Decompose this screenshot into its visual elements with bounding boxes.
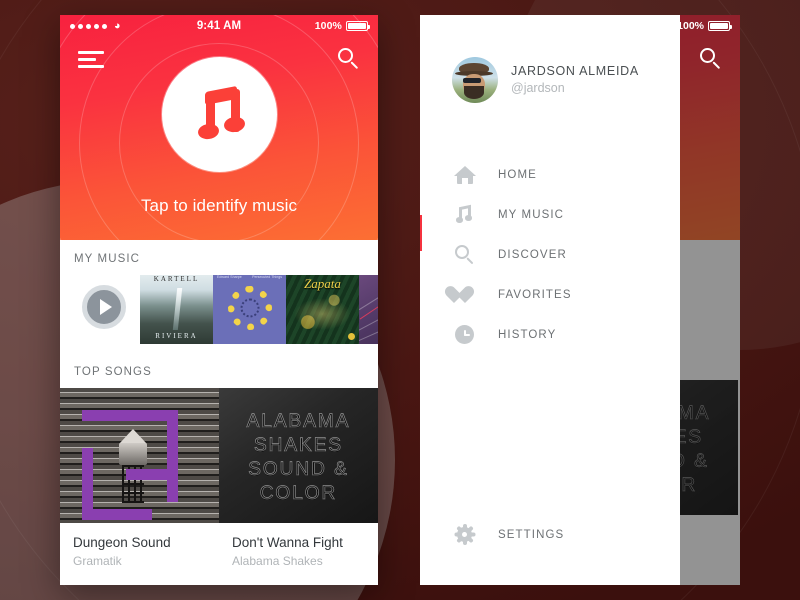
heart-icon-lobe xyxy=(457,283,477,303)
signal-dot xyxy=(70,23,75,29)
album-art-badge xyxy=(348,332,355,340)
top-songs-grid: Dungeon Sound Gramatik ALABAMA SHAKES SO… xyxy=(60,388,378,568)
battery-percent-label: 100% xyxy=(677,20,704,32)
top-songs-section: TOP SONGS Dungeon Sound Gramatik ALABAMA… xyxy=(60,353,378,568)
gear-icon xyxy=(454,524,476,546)
album-subtitle-text: Persecuted Things xyxy=(252,275,282,279)
phone-screen-home: ◕ 9:41 AM 100% Tap to identify music MY … xyxy=(60,15,378,585)
avatar xyxy=(452,57,498,103)
signal-strength: ◕ xyxy=(70,19,121,32)
drawer-item-home[interactable]: HOME xyxy=(420,155,680,195)
song-artwork xyxy=(60,388,219,523)
purple-glyph xyxy=(126,436,178,480)
note-head-left xyxy=(196,121,221,141)
artwork-line: COLOR xyxy=(259,482,338,504)
search-icon xyxy=(454,244,476,266)
signal-dot xyxy=(102,23,107,29)
song-title: Don't Wanna Fight xyxy=(232,535,343,550)
clock-icon xyxy=(454,324,476,346)
album-thumb[interactable]: Zapata xyxy=(286,275,359,344)
drawer-item-settings[interactable]: SETTINGS xyxy=(420,515,564,555)
heart-icon xyxy=(442,283,477,306)
song-title: Dungeon Sound xyxy=(73,535,171,550)
album-art-glow xyxy=(294,298,351,331)
drawer-item-label: HOME xyxy=(498,169,537,181)
music-note-icon xyxy=(454,204,476,226)
album-thumb[interactable]: Edward Sharpe Persecuted Things xyxy=(213,275,286,344)
wifi-icon: ◕ xyxy=(114,19,121,32)
signal-dot xyxy=(94,23,99,29)
drawer-menu: HOME MY MUSIC DISCOVER FAVORITES HISTORY xyxy=(420,155,680,355)
profile-text: JARDSON ALMEIDA @jardson xyxy=(511,64,639,97)
album-thumb[interactable]: KARTELL RIVIERA xyxy=(140,275,213,344)
navigation-drawer: JARDSON ALMEIDA @jardson HOME MY MUSIC D… xyxy=(420,15,680,585)
profile-header[interactable]: JARDSON ALMEIDA @jardson xyxy=(420,15,680,103)
top-songs-header: TOP SONGS xyxy=(74,366,152,378)
song-card[interactable]: ALABAMA SHAKES SOUND & COLOR Don't Wanna… xyxy=(219,388,378,568)
music-note-icon xyxy=(192,85,247,143)
search-icon[interactable] xyxy=(700,48,722,70)
song-artist: Gramatik xyxy=(73,554,122,568)
drawer-accent-bar xyxy=(420,215,422,251)
signal-dot xyxy=(78,23,83,29)
artwork-line: SOUND & xyxy=(248,458,349,480)
status-bar: ◕ 9:41 AM 100% xyxy=(60,15,378,37)
album-title-text: Edward Sharpe xyxy=(217,275,242,279)
album-art-inner-dots xyxy=(240,298,259,318)
avatar-beard xyxy=(464,86,484,99)
my-music-carousel[interactable]: KARTELL RIVIERA Edward Sharpe Persecuted… xyxy=(60,275,378,353)
home-icon xyxy=(454,164,476,186)
drawer-item-label: MY MUSIC xyxy=(498,209,565,221)
song-meta: Don't Wanna Fight Alabama Shakes xyxy=(219,523,378,568)
album-title-text: KARTELL xyxy=(153,275,200,283)
hamburger-line xyxy=(78,50,104,54)
profile-name: JARDSON ALMEIDA xyxy=(511,63,639,78)
drawer-item-favorites[interactable]: FAVORITES xyxy=(420,275,680,315)
battery-status: 100% xyxy=(314,20,370,32)
my-music-header: MY MUSIC xyxy=(74,253,141,265)
home-icon-door xyxy=(462,178,468,184)
artwork-line: SHAKES xyxy=(253,434,344,456)
battery-icon xyxy=(708,21,732,31)
drawer-item-my-music[interactable]: MY MUSIC xyxy=(420,195,680,235)
identify-music-label: Tap to identify music xyxy=(140,196,298,215)
song-artist: Alabama Shakes xyxy=(232,554,323,568)
drawer-item-label: FAVORITES xyxy=(498,289,572,301)
play-button[interactable] xyxy=(82,285,126,329)
album-thumb[interactable] xyxy=(359,275,378,344)
gear-icon-hole xyxy=(462,532,467,537)
clock-icon-minute-hand xyxy=(464,334,470,336)
profile-handle: @jardson xyxy=(511,80,565,95)
my-music-section: MY MUSIC KARTELL RIVIERA Edward Sharpe P… xyxy=(60,240,378,353)
drawer-item-discover[interactable]: DISCOVER xyxy=(420,235,680,275)
album-subtitle-text: RIVIERA xyxy=(155,331,198,340)
identify-music-button[interactable] xyxy=(161,57,277,172)
phone-screen-drawer-inner: ALABAMA SHAKES SOUND & COLOR ght 100% xyxy=(420,15,740,585)
identify-area: Tap to identify music xyxy=(60,57,378,216)
drawer-item-label: SETTINGS xyxy=(498,529,565,541)
identify-hero: ◕ 9:41 AM 100% Tap to identify music xyxy=(60,15,378,240)
signal-dot xyxy=(86,23,91,29)
phone-screen-drawer: ALABAMA SHAKES SOUND & COLOR ght 100% xyxy=(420,15,740,585)
song-card[interactable]: Dungeon Sound Gramatik xyxy=(60,388,219,568)
note-head-right xyxy=(222,114,247,134)
artwork-line: ALABAMA xyxy=(246,410,351,432)
song-meta: Dungeon Sound Gramatik xyxy=(60,523,219,568)
note-head-left xyxy=(456,217,463,223)
battery-icon xyxy=(346,21,370,31)
song-artwork: ALABAMA SHAKES SOUND & COLOR xyxy=(219,388,378,523)
battery-percent-label: 100% xyxy=(314,20,342,32)
album-art-line xyxy=(359,275,378,310)
drawer-item-label: DISCOVER xyxy=(498,249,567,261)
search-icon-handle xyxy=(466,257,474,265)
search-icon-handle xyxy=(712,61,721,70)
avatar-sunglasses xyxy=(463,78,481,83)
play-icon xyxy=(99,299,112,315)
drawer-item-label: HISTORY xyxy=(498,329,557,341)
album-caption: Edward Sharpe Persecuted Things xyxy=(217,275,282,279)
drawer-item-history[interactable]: HISTORY xyxy=(420,315,680,355)
album-title-text: Zapata xyxy=(304,275,341,291)
note-head-right xyxy=(465,215,472,221)
